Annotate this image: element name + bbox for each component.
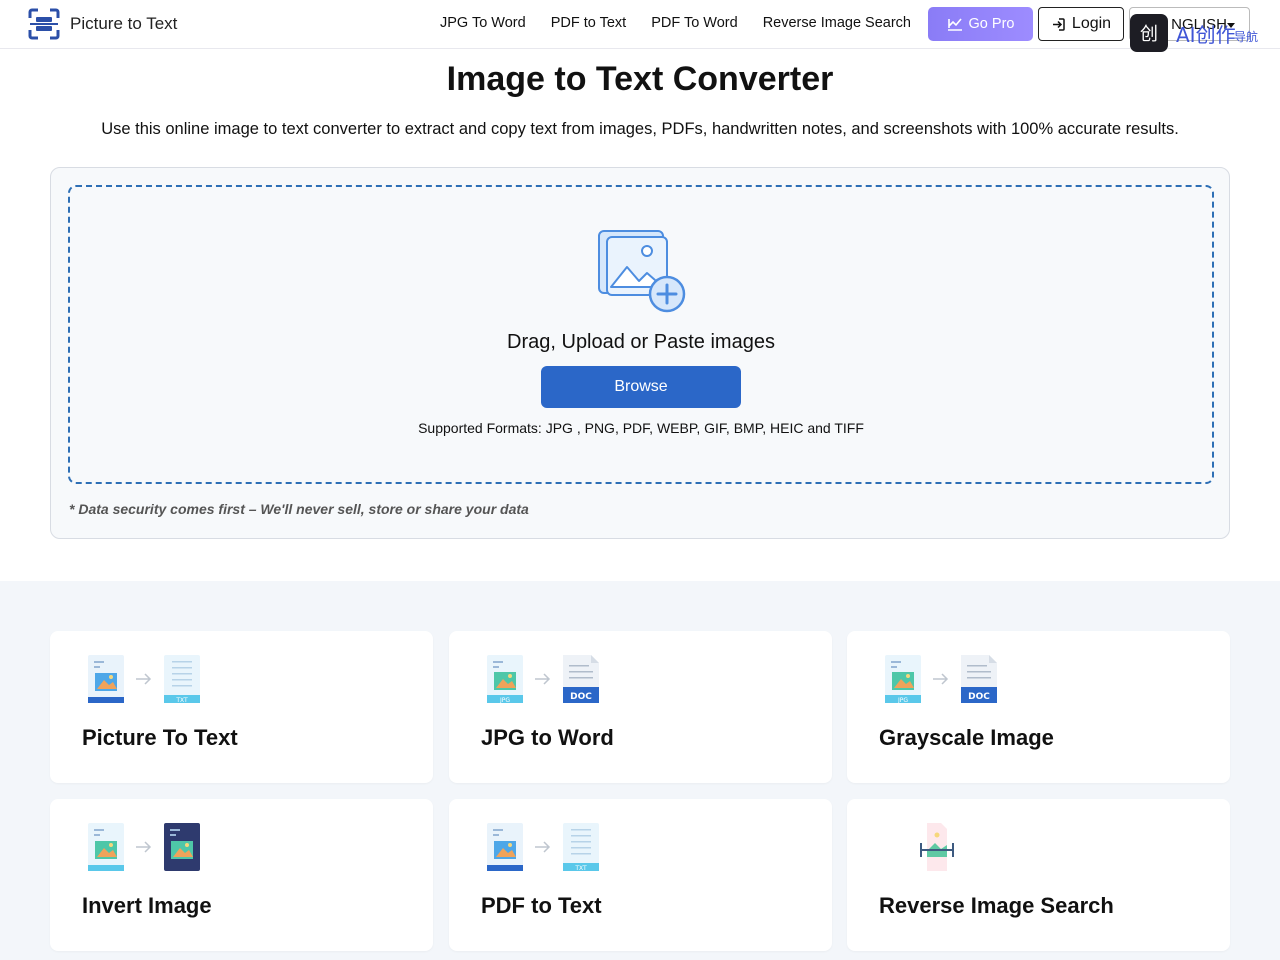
drag-upload-text: Drag, Upload or Paste images [507, 331, 775, 353]
add-image-icon [598, 230, 686, 313]
tool-label: Invert Image [82, 893, 212, 918]
nav-pdf-to-word[interactable]: PDF To Word [651, 15, 738, 31]
image-to-txt-icon: TXT [487, 823, 599, 872]
ai-badge-text: AI创作 [1176, 23, 1236, 47]
nav-reverse-image-search[interactable]: Reverse Image Search [763, 15, 911, 31]
nav-jpg-to-word[interactable]: JPG To Word [440, 15, 526, 31]
tool-label: Reverse Image Search [879, 893, 1114, 918]
tool-card-jpg-to-word[interactable]: JPG DOC JPG to Word [449, 631, 832, 783]
tool-label: Grayscale Image [879, 725, 1054, 750]
page-subtitle: Use this online image to text converter … [101, 120, 1179, 138]
security-note: * Data security comes first – We'll neve… [69, 501, 529, 517]
upload-dropzone[interactable]: Drag, Upload or Paste images Browse Supp… [68, 185, 1214, 484]
jpg-to-doc-icon: JPG DOC [487, 655, 599, 704]
login-icon [1052, 17, 1065, 31]
nav-pdf-to-text[interactable]: PDF to Text [551, 15, 626, 31]
image-to-txt-icon: TXT [88, 655, 200, 704]
svg-text:TXT: TXT [574, 865, 587, 872]
svg-text:JPG: JPG [897, 697, 908, 704]
tool-label: PDF to Text [481, 893, 602, 918]
go-pro-label: Go Pro [968, 16, 1015, 32]
scan-logo-icon [28, 8, 60, 40]
tool-card-picture-to-text[interactable]: TXT Picture To Text [50, 631, 433, 783]
ai-badge-icon: 创 [1130, 14, 1168, 52]
tool-card-pdf-to-text[interactable]: TXT PDF to Text [449, 799, 832, 951]
site-header: Picture to Text JPG To Word PDF to Text … [0, 0, 1280, 52]
svg-text:TXT: TXT [175, 697, 188, 704]
crown-chart-icon [947, 18, 962, 31]
go-pro-button[interactable]: Go Pro [928, 7, 1033, 41]
svg-text:DOC: DOC [570, 692, 592, 702]
main-nav: JPG To Word PDF to Text PDF To Word Reve… [440, 15, 911, 31]
svg-text:JPG: JPG [499, 697, 510, 704]
login-button[interactable]: Login [1038, 7, 1124, 41]
page-title: Image to Text Converter [446, 60, 834, 98]
supported-formats: Supported Formats: JPG , PNG, PDF, WEBP,… [418, 420, 864, 436]
browse-button[interactable]: Browse [541, 366, 741, 408]
upload-card: Drag, Upload or Paste images Browse Supp… [50, 167, 1230, 539]
logo-text: Picture to Text [70, 14, 178, 33]
tool-card-invert-image[interactable]: Invert Image [50, 799, 433, 951]
svg-text:DOC: DOC [968, 692, 990, 702]
ai-nav-badge[interactable]: 创 AI创作 导航 [1130, 14, 1260, 52]
tool-card-grayscale-image[interactable]: JPG DOC Grayscale Image [847, 631, 1230, 783]
jpg-to-doc-icon: JPG DOC [885, 655, 997, 704]
ai-badge-sub: 导航 [1234, 30, 1259, 44]
tool-card-reverse-image-search[interactable]: Reverse Image Search [847, 799, 1230, 951]
tool-label: JPG to Word [481, 725, 614, 750]
invert-image-icon [88, 823, 200, 871]
logo[interactable]: Picture to Text [28, 8, 177, 40]
tool-label: Picture To Text [82, 725, 238, 750]
login-label: Login [1071, 15, 1112, 32]
image-scan-icon [920, 823, 954, 871]
